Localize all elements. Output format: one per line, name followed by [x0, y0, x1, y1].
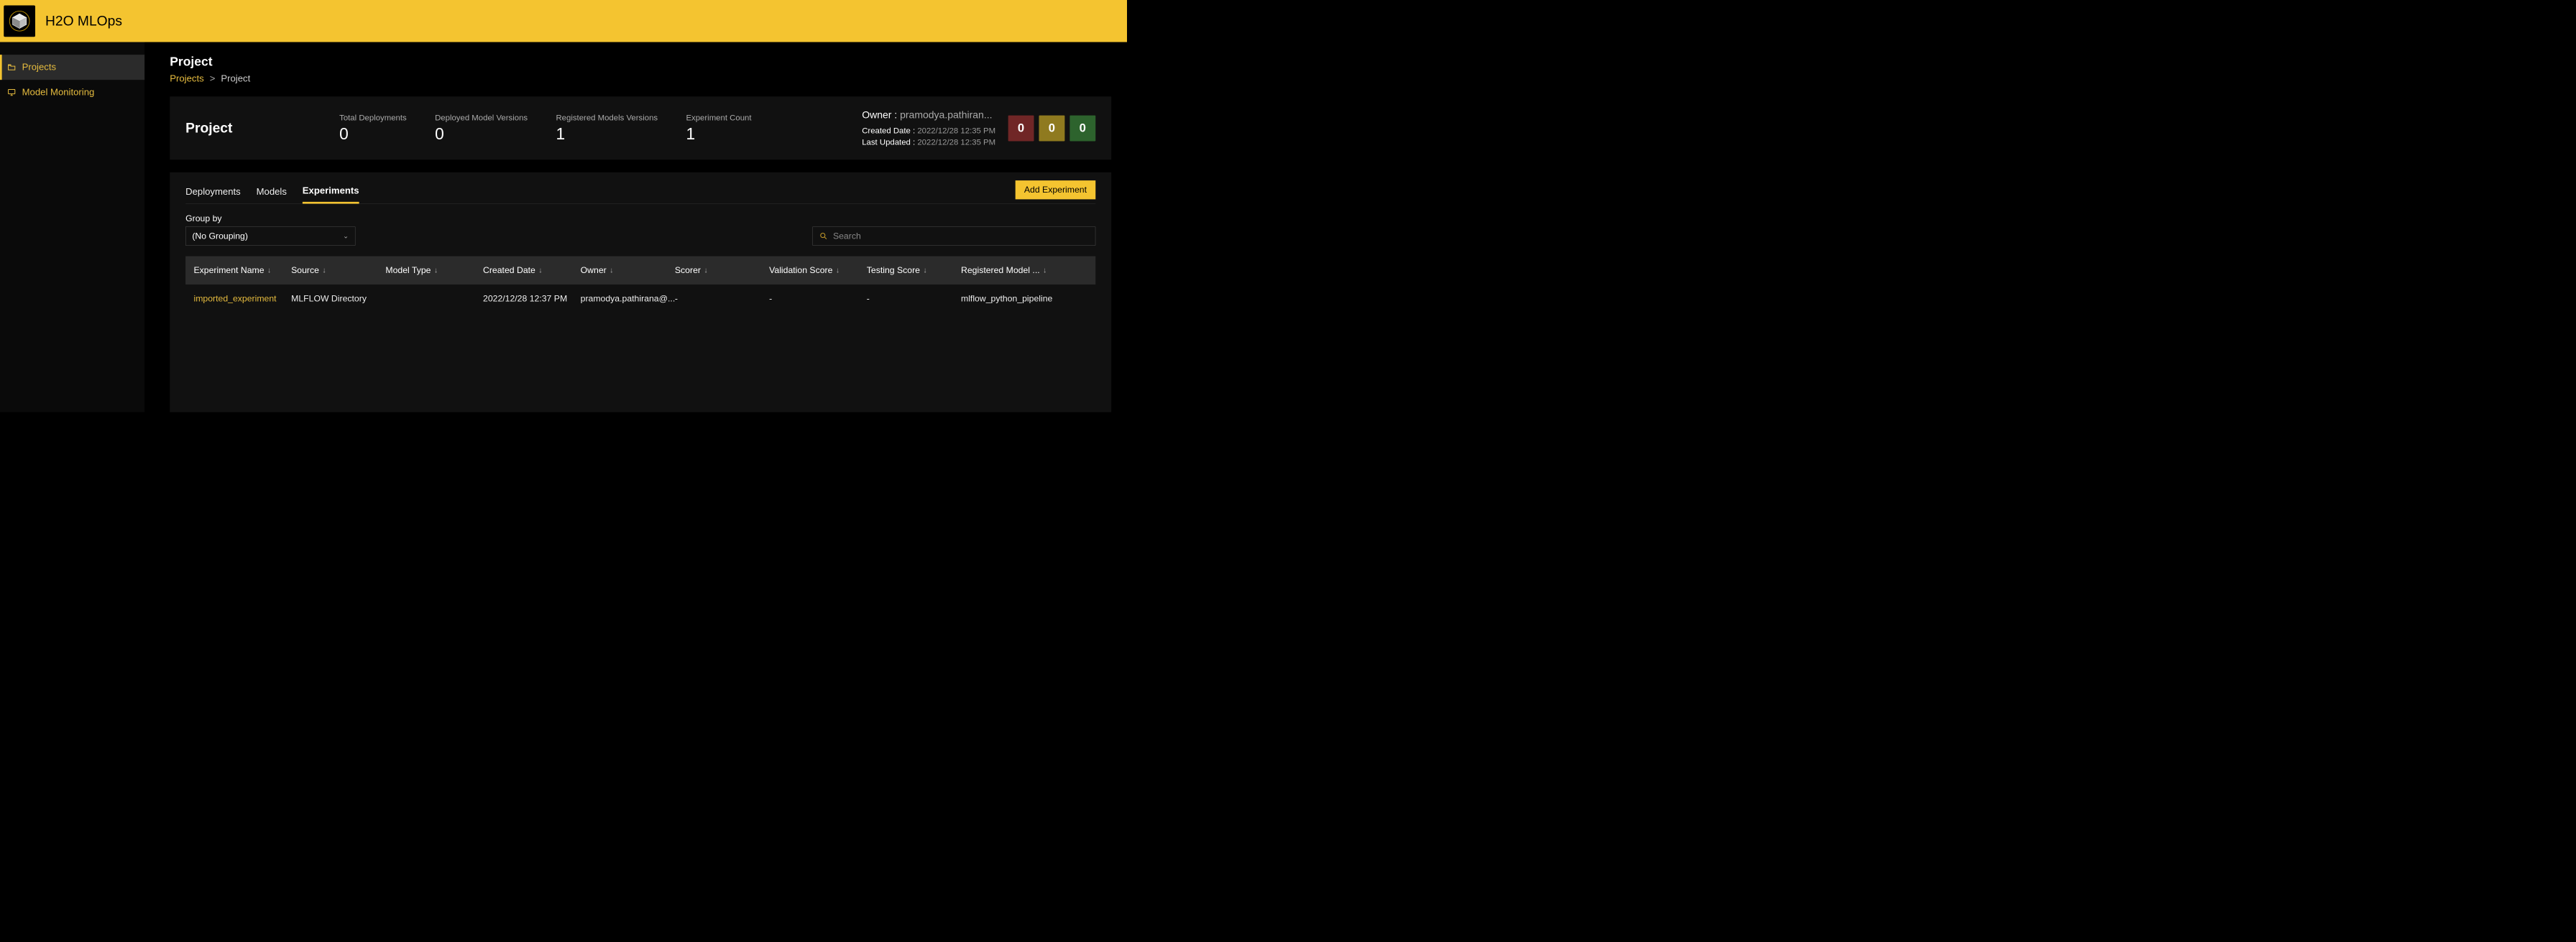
meta-owner-value: pramodya.pathiran...	[900, 109, 992, 121]
meta-owner-label: Owner :	[862, 109, 897, 121]
search-input[interactable]	[833, 231, 1089, 241]
stat-value: 1	[686, 124, 751, 143]
tab-experiments[interactable]: Experiments	[303, 180, 359, 203]
sort-down-icon: ↓	[434, 266, 438, 274]
sort-down-icon: ↓	[322, 266, 326, 274]
cube-icon	[8, 10, 31, 33]
cell-scorer: -	[667, 294, 761, 304]
sort-down-icon: ↓	[538, 266, 542, 274]
chevron-right-icon: >	[210, 73, 216, 83]
experiments-table: Experiment Name↓ Source↓ Model Type↓ Cre…	[185, 257, 1095, 313]
sidebar-item-label: Projects	[22, 62, 56, 73]
stat-registered-model-versions: Registered Models Versions 1	[556, 113, 658, 143]
meta-created-label: Created Date :	[862, 126, 915, 135]
cell-validation: -	[761, 294, 859, 304]
meta-updated: Last Updated : 2022/12/28 12:35 PM	[862, 137, 995, 147]
main: Project Projects > Project Project Total…	[144, 42, 1127, 412]
tab-models[interactable]: Models	[257, 181, 287, 203]
sidebar-item-projects[interactable]: Projects	[0, 55, 144, 80]
tab-panel: Deployments Models Experiments Add Exper…	[170, 172, 1111, 412]
cell-registered: mlflow_python_pipeline	[953, 294, 1096, 304]
meta-owner: Owner : pramodya.pathiran...	[862, 109, 995, 121]
table-row[interactable]: imported_experiment MLFLOW Directory 202…	[185, 285, 1095, 313]
col-model-type[interactable]: Model Type↓	[377, 265, 475, 275]
sort-down-icon: ↓	[704, 266, 707, 274]
cell-experiment-name[interactable]: imported_experiment	[185, 294, 283, 304]
stat-total-deployments: Total Deployments 0	[339, 113, 407, 143]
sort-down-icon: ↓	[1043, 266, 1046, 274]
summary-card: Project Total Deployments 0 Deployed Mod…	[170, 96, 1111, 160]
stat-deployed-model-versions: Deployed Model Versions 0	[435, 113, 528, 143]
stat-label: Total Deployments	[339, 113, 407, 123]
sort-down-icon: ↓	[267, 266, 271, 274]
stat-value: 0	[339, 124, 407, 143]
groupby-label: Group by	[185, 213, 355, 223]
stat-label: Registered Models Versions	[556, 113, 658, 123]
breadcrumb: Projects > Project	[170, 73, 1111, 84]
stat-value: 0	[435, 124, 528, 143]
col-source[interactable]: Source↓	[283, 265, 377, 275]
sort-down-icon: ↓	[836, 266, 840, 274]
cell-source: MLFLOW Directory	[283, 294, 377, 304]
meta-created-value: 2022/12/28 12:35 PM	[917, 126, 995, 135]
col-scorer[interactable]: Scorer↓	[667, 265, 761, 275]
meta-created: Created Date : 2022/12/28 12:35 PM	[862, 126, 995, 136]
breadcrumb-current: Project	[221, 73, 250, 83]
meta-block: Owner : pramodya.pathiran... Created Dat…	[862, 109, 995, 147]
stat-value: 1	[556, 124, 658, 143]
page-title: Project	[170, 55, 1111, 69]
tab-bar: Deployments Models Experiments Add Exper…	[185, 180, 1095, 204]
meta-updated-label: Last Updated :	[862, 137, 915, 147]
tile-warning[interactable]: 0	[1039, 115, 1065, 141]
cell-owner: pramodya.pathirana@...	[572, 294, 666, 304]
table-header: Experiment Name↓ Source↓ Model Type↓ Cre…	[185, 257, 1095, 285]
search-box[interactable]	[813, 226, 1096, 245]
chevron-down-icon: ⌄	[343, 232, 349, 240]
summary-title: Project	[185, 120, 232, 136]
app-title: H2O MLOps	[45, 13, 122, 29]
sidebar-item-model-monitoring[interactable]: Model Monitoring	[0, 80, 144, 105]
stat-label: Experiment Count	[686, 113, 751, 123]
status-tiles: 0 0 0	[1008, 115, 1096, 141]
tile-error[interactable]: 0	[1008, 115, 1034, 141]
add-experiment-button[interactable]: Add Experiment	[1016, 180, 1096, 199]
breadcrumb-root[interactable]: Projects	[170, 73, 203, 83]
col-owner[interactable]: Owner↓	[572, 265, 666, 275]
col-validation-score[interactable]: Validation Score↓	[761, 265, 859, 275]
monitor-icon	[7, 88, 17, 97]
col-created-date[interactable]: Created Date↓	[475, 265, 573, 275]
col-registered-model[interactable]: Registered Model ...↓	[953, 265, 1096, 275]
search-icon	[819, 231, 828, 240]
groupby-value: (No Grouping)	[192, 231, 248, 241]
tile-ok[interactable]: 0	[1070, 115, 1095, 141]
sort-down-icon: ↓	[923, 266, 926, 274]
sidebar-item-label: Model Monitoring	[22, 87, 95, 98]
app-logo	[4, 5, 35, 37]
cell-testing: -	[858, 294, 952, 304]
sidebar: Projects Model Monitoring	[0, 42, 144, 412]
topbar: H2O MLOps	[0, 0, 1127, 42]
stat-label: Deployed Model Versions	[435, 113, 528, 123]
folder-open-icon	[7, 63, 17, 72]
cell-created: 2022/12/28 12:37 PM	[475, 294, 573, 304]
meta-updated-value: 2022/12/28 12:35 PM	[917, 137, 995, 147]
col-testing-score[interactable]: Testing Score↓	[858, 265, 952, 275]
groupby-select[interactable]: (No Grouping) ⌄	[185, 226, 355, 245]
sort-down-icon: ↓	[610, 266, 613, 274]
col-experiment-name[interactable]: Experiment Name↓	[185, 265, 283, 275]
tab-deployments[interactable]: Deployments	[185, 181, 241, 203]
stat-experiment-count: Experiment Count 1	[686, 113, 751, 143]
